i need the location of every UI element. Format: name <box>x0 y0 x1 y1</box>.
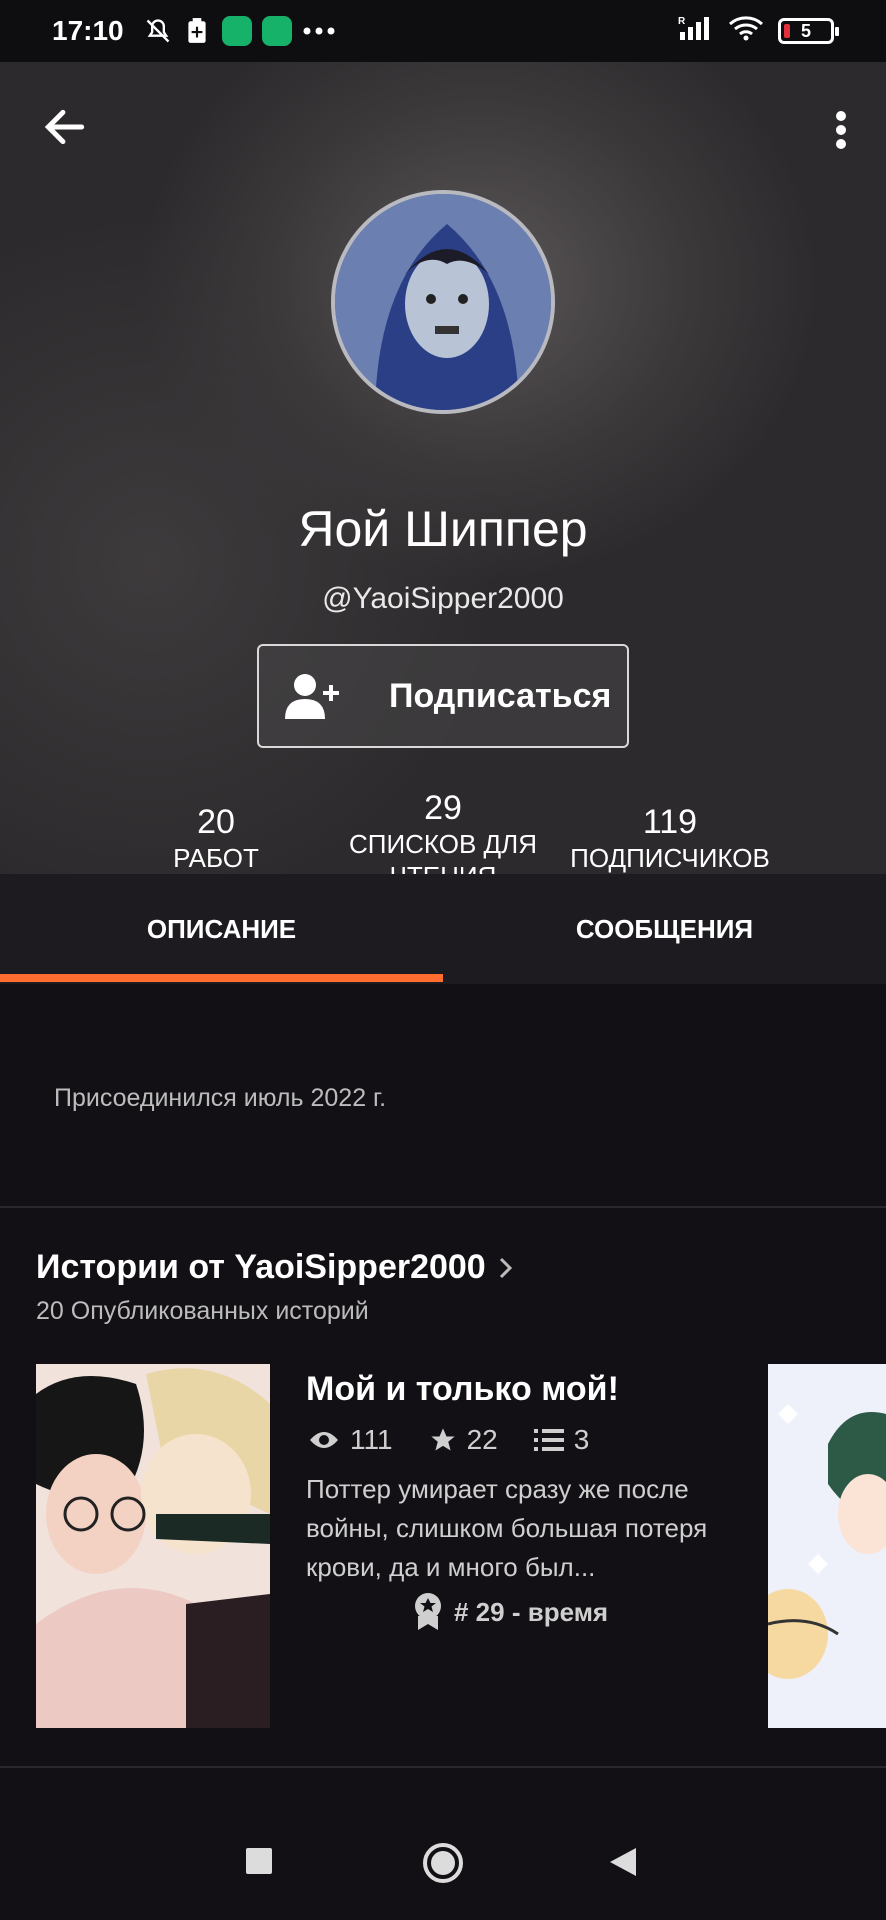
stories-section-subtitle: 20 Опубликованных историй <box>36 1297 369 1325</box>
story-votes: 22 <box>466 1424 498 1455</box>
username: @YaoiSipper2000 <box>322 582 564 615</box>
stat-works-value: 20 <box>197 803 235 841</box>
star-icon <box>430 1428 455 1451</box>
triangle-left-icon <box>610 1848 636 1876</box>
battery-level: 5 <box>800 20 811 41</box>
recents-button[interactable] <box>246 1848 272 1879</box>
stories-section-title: Истории от YaoiSipper2000 <box>36 1248 486 1286</box>
ranking-badge-icon <box>415 1593 441 1630</box>
circle-icon <box>423 1843 463 1883</box>
more-dots-icon <box>302 26 336 36</box>
stat-followers-label: ПОДПИСЧИКОВ <box>570 843 770 873</box>
profile-header: Яой Шиппер @YaoiSipper2000 Подписаться 2… <box>0 62 886 874</box>
status-time: 17:10 <box>52 15 124 46</box>
avatar[interactable] <box>331 190 555 414</box>
stat-works[interactable]: 20 РАБОТ <box>136 802 296 874</box>
battery-icon: 5 <box>778 18 839 44</box>
stat-reading-lists-label: СПИСКОВ ДЛЯ ЧТЕНИЯ <box>348 829 538 874</box>
status-bar: 17:10 R 5 <box>0 0 886 62</box>
profile-tabs: ОПИСАНИЕ СООБЩЕНИЯ <box>0 874 886 984</box>
stat-followers-value: 119 <box>642 803 698 841</box>
more-options-button[interactable] <box>826 102 856 158</box>
eye-icon <box>310 1432 338 1448</box>
wifi-icon <box>728 14 764 49</box>
chevron-right-icon <box>499 1257 512 1278</box>
story-title[interactable]: Мой и только мой! <box>306 1370 619 1409</box>
divider <box>0 1766 886 1768</box>
clipboard-icon <box>186 17 208 45</box>
avatar-image <box>335 194 551 410</box>
joined-date: Присоединился июль 2022 г. <box>54 1084 387 1112</box>
stat-reading-lists[interactable]: 29 СПИСКОВ ДЛЯ ЧТЕНИЯ <box>336 788 550 874</box>
tab-messages[interactable]: СООБЩЕНИЯ <box>443 874 886 984</box>
follow-button[interactable]: Подписаться <box>257 644 629 748</box>
stat-works-label: РАБОТ <box>173 843 259 873</box>
back-nav-button[interactable] <box>608 1846 638 1883</box>
list-icon <box>533 1429 564 1451</box>
home-button[interactable] <box>422 1842 464 1889</box>
story-cover[interactable] <box>36 1364 270 1728</box>
square-icon <box>246 1848 272 1874</box>
tab-description[interactable]: ОПИСАНИЕ <box>0 874 443 984</box>
app-icon <box>221 16 252 46</box>
stat-reading-lists-value: 29 <box>424 789 462 827</box>
story-description: Поттер умирает сразу же после войны, сли… <box>306 1474 708 1582</box>
story-cover-next-image <box>768 1364 886 1728</box>
arrow-left-icon <box>44 109 85 145</box>
profile-stats: 20 РАБОТ 29 СПИСКОВ ДЛЯ ЧТЕНИЯ 119 ПОДПИ… <box>0 789 886 874</box>
stories-section-header[interactable]: Истории от YaoiSipper2000 20 Опубликован… <box>36 1248 516 1326</box>
follow-button-label: Подписаться <box>389 676 612 715</box>
story-cover-image <box>36 1364 270 1728</box>
svg-text:R: R <box>678 16 686 27</box>
add-user-icon <box>285 674 339 719</box>
story-parts: 3 <box>573 1424 590 1455</box>
app-icon <box>261 16 292 46</box>
signal-icon: R <box>678 14 714 49</box>
story-reads: 111 <box>350 1424 393 1455</box>
more-vertical-icon <box>836 111 846 149</box>
system-nav-bar <box>0 1800 886 1920</box>
divider <box>0 1206 886 1208</box>
display-name: Яой Шиппер <box>298 501 588 557</box>
story-rank: # 29 - время <box>412 1592 608 1632</box>
story-cover-next[interactable] <box>768 1364 886 1728</box>
story-meta: 111 22 3 <box>308 1424 617 1456</box>
bell-off-icon <box>144 17 172 45</box>
back-button[interactable] <box>40 102 90 152</box>
stat-followers[interactable]: 119 ПОДПИСЧИКОВ <box>560 802 780 874</box>
story-rank-label: # 29 - время <box>454 1596 609 1627</box>
